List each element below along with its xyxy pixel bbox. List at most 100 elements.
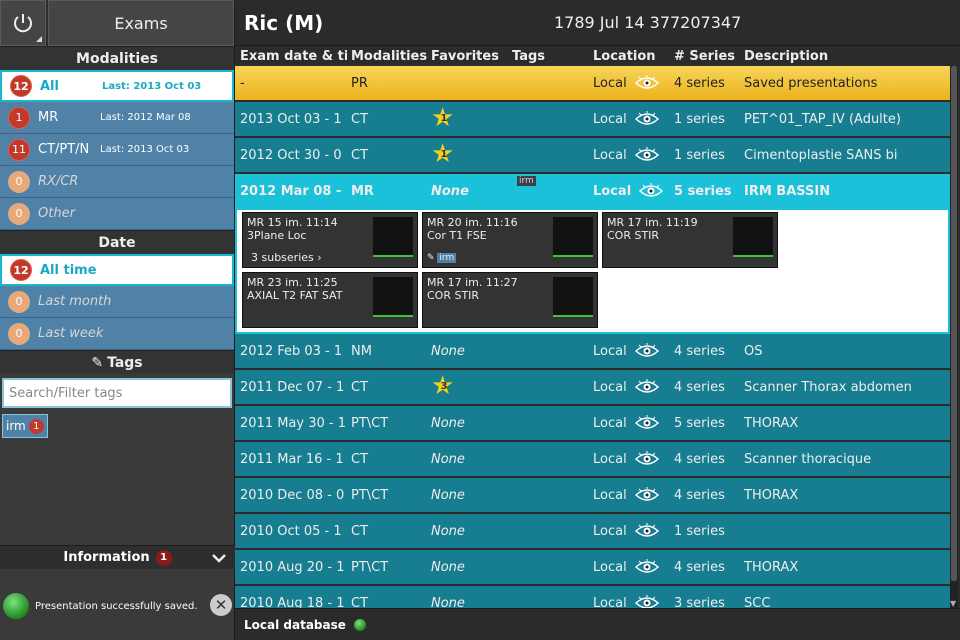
database-status-icon [353,618,366,631]
scroll-down-icon[interactable]: ▼ [950,599,956,608]
date-all-time[interactable]: 12 All time [0,254,234,286]
series-thumbnail[interactable] [733,217,773,257]
date-title: Date [0,230,234,254]
modality-label: All [40,78,59,94]
series-card[interactable]: MR 20 im. 11:16 Cor T1 FSE ✎ irm [422,212,598,268]
exam-row[interactable]: 2012 Mar 08 - 1 MR None Local 5 series IRM BA… [235,174,950,210]
exam-series-count: 5 series [674,183,732,199]
tag-chip-irm[interactable]: irm 1 [2,414,48,438]
date-last-month[interactable]: 0 Last month [0,286,234,318]
favorite-none[interactable]: None [431,344,465,359]
tags-title: ✎ Tags [0,350,234,374]
favorite-none[interactable]: None [431,524,465,539]
series-tag[interactable]: ✎ irm [427,252,457,265]
eye-icon[interactable] [634,451,659,467]
modality-label: CT/PT/N [38,142,90,157]
exam-row[interactable]: 2010 Aug 20 - 1 PT\CT None Local 4 series THO… [235,550,950,586]
eye-icon[interactable] [634,595,659,608]
series-card[interactable]: MR 15 im. 11:14 3Plane Loc 3 subseries › [242,212,418,268]
patient-name: Ric (M) [244,10,324,35]
power-button[interactable] [0,0,46,46]
exam-description: Scanner Thorax abdomen [744,379,912,395]
exam-tag[interactable]: irm [517,176,536,186]
exam-series-count: 4 series [674,379,725,395]
col-exam-date[interactable]: Exam date & ti [235,49,347,64]
favorite-none[interactable]: None [431,560,465,575]
favorite-star-icon[interactable]: ★ 1 [431,105,454,131]
exam-row[interactable]: 2010 Oct 05 - 1 CT None Local 1 series [235,514,950,550]
eye-icon[interactable] [634,415,659,431]
database-label: Local database [244,617,346,632]
count-badge: 1 [8,106,30,129]
exam-date: 2011 Dec 07 - 1 [240,379,345,395]
exam-modality: CT [351,147,369,163]
eye-icon[interactable] [634,379,659,395]
eye-icon[interactable] [634,147,659,163]
exam-row[interactable]: - PR Local 4 series Saved presentations [235,66,950,102]
eye-icon[interactable] [639,183,664,199]
series-card[interactable]: MR 17 im. 11:27 COR STIR [422,272,598,328]
series-thumbnail[interactable] [373,217,413,257]
exam-row[interactable]: 2010 Dec 08 - 0 PT\CT None Local 4 series THO… [235,478,950,514]
exam-row[interactable]: 2012 Oct 30 - 0 CT ★ 1 Local 1 series Cimentop… [235,138,950,174]
exam-row[interactable]: 2011 May 30 - 1 PT\CT None Local 5 series THO… [235,406,950,442]
exams-button[interactable]: Exams [48,0,234,46]
count-badge: 0 [8,290,30,313]
col-favorites[interactable]: Favorites [427,49,508,64]
exam-location: Local [593,451,627,467]
exam-date: - [240,75,245,91]
col-series[interactable]: # Series [670,49,740,64]
date-last-week[interactable]: 0 Last week [0,318,234,350]
sidebar: Exams Modalities 12 All Last: 2013 Oct 0… [0,0,235,640]
exam-location: Local [593,111,627,127]
exam-modality: CT [351,111,369,127]
modality-rx-cr[interactable]: 0 RX/CR [0,166,234,198]
exam-row[interactable]: 2011 Mar 16 - 1 CT None Local 4 series Scanne… [235,442,950,478]
tags-search-input[interactable]: Search/Filter tags [2,378,232,408]
modality-all[interactable]: 12 All Last: 2013 Oct 03 [0,70,234,102]
col-location[interactable]: Location [589,49,670,64]
close-icon[interactable]: ✕ [210,594,232,616]
modality-ct-pt-n[interactable]: 11 CT/PT/N Last: 2013 Oct 03 [0,134,234,166]
favorite-none[interactable]: None [431,488,465,503]
series-card[interactable]: MR 23 im. 11:25 AXIAL T2 FAT SAT [242,272,418,328]
favorite-none[interactable]: None [431,596,465,609]
series-thumbnail[interactable] [553,217,593,257]
eye-icon[interactable] [634,559,659,575]
exam-series-count: 1 series [674,523,725,539]
patient-header: Ric (M) 1789 Jul 14 377207347 [235,0,960,46]
exam-description: SCC [744,595,771,609]
eye-icon[interactable] [634,487,659,503]
eye-icon[interactable] [634,111,659,127]
exam-date: 2013 Oct 03 - 1 [240,111,342,127]
col-description[interactable]: Description [740,49,960,64]
information-text: Presentation successfully saved. [35,600,198,612]
information-header[interactable]: Information 1 [0,545,235,569]
col-modalities[interactable]: Modalities [347,49,427,64]
exam-row[interactable]: 2010 Aug 18 - 1 CT None Local 3 series SCC [235,586,950,608]
favorite-star-icon[interactable]: ★ 1 [431,141,454,167]
scrollbar-thumb[interactable] [951,66,957,581]
favorite-none[interactable]: None [431,452,465,467]
eye-icon[interactable] [634,523,659,539]
exam-modality: PR [351,75,368,91]
favorite-none[interactable]: None [431,416,465,431]
chevron-down-icon[interactable] [211,550,227,566]
exam-row[interactable]: 2011 Dec 07 - 1 CT ★ 3 Local 4 series Scanner … [235,370,950,406]
modality-mr[interactable]: 1 MR Last: 2012 Mar 08 [0,102,234,134]
favorite-star-icon[interactable]: ★ 3 [431,373,454,399]
subseries-link[interactable]: 3 subseries › [251,251,322,264]
scrollbar[interactable]: ▼ [950,66,958,608]
eye-icon[interactable] [634,343,659,359]
series-card[interactable]: MR 17 im. 11:19 COR STIR [602,212,778,268]
count-badge: 12 [10,75,32,97]
exam-row[interactable]: 2013 Oct 03 - 1 CT ★ 1 Local 1 series PET^01_T… [235,102,950,138]
favorite-none[interactable]: None [431,184,469,199]
exam-description: IRM BASSIN [744,183,831,199]
series-thumbnail[interactable] [373,277,413,317]
series-thumbnail[interactable] [553,277,593,317]
eye-icon[interactable] [634,75,659,91]
col-tags[interactable]: Tags [508,49,589,64]
exam-row[interactable]: 2012 Feb 03 - 1 NM None Local 4 series OS [235,334,950,370]
modality-other[interactable]: 0 Other [0,198,234,230]
